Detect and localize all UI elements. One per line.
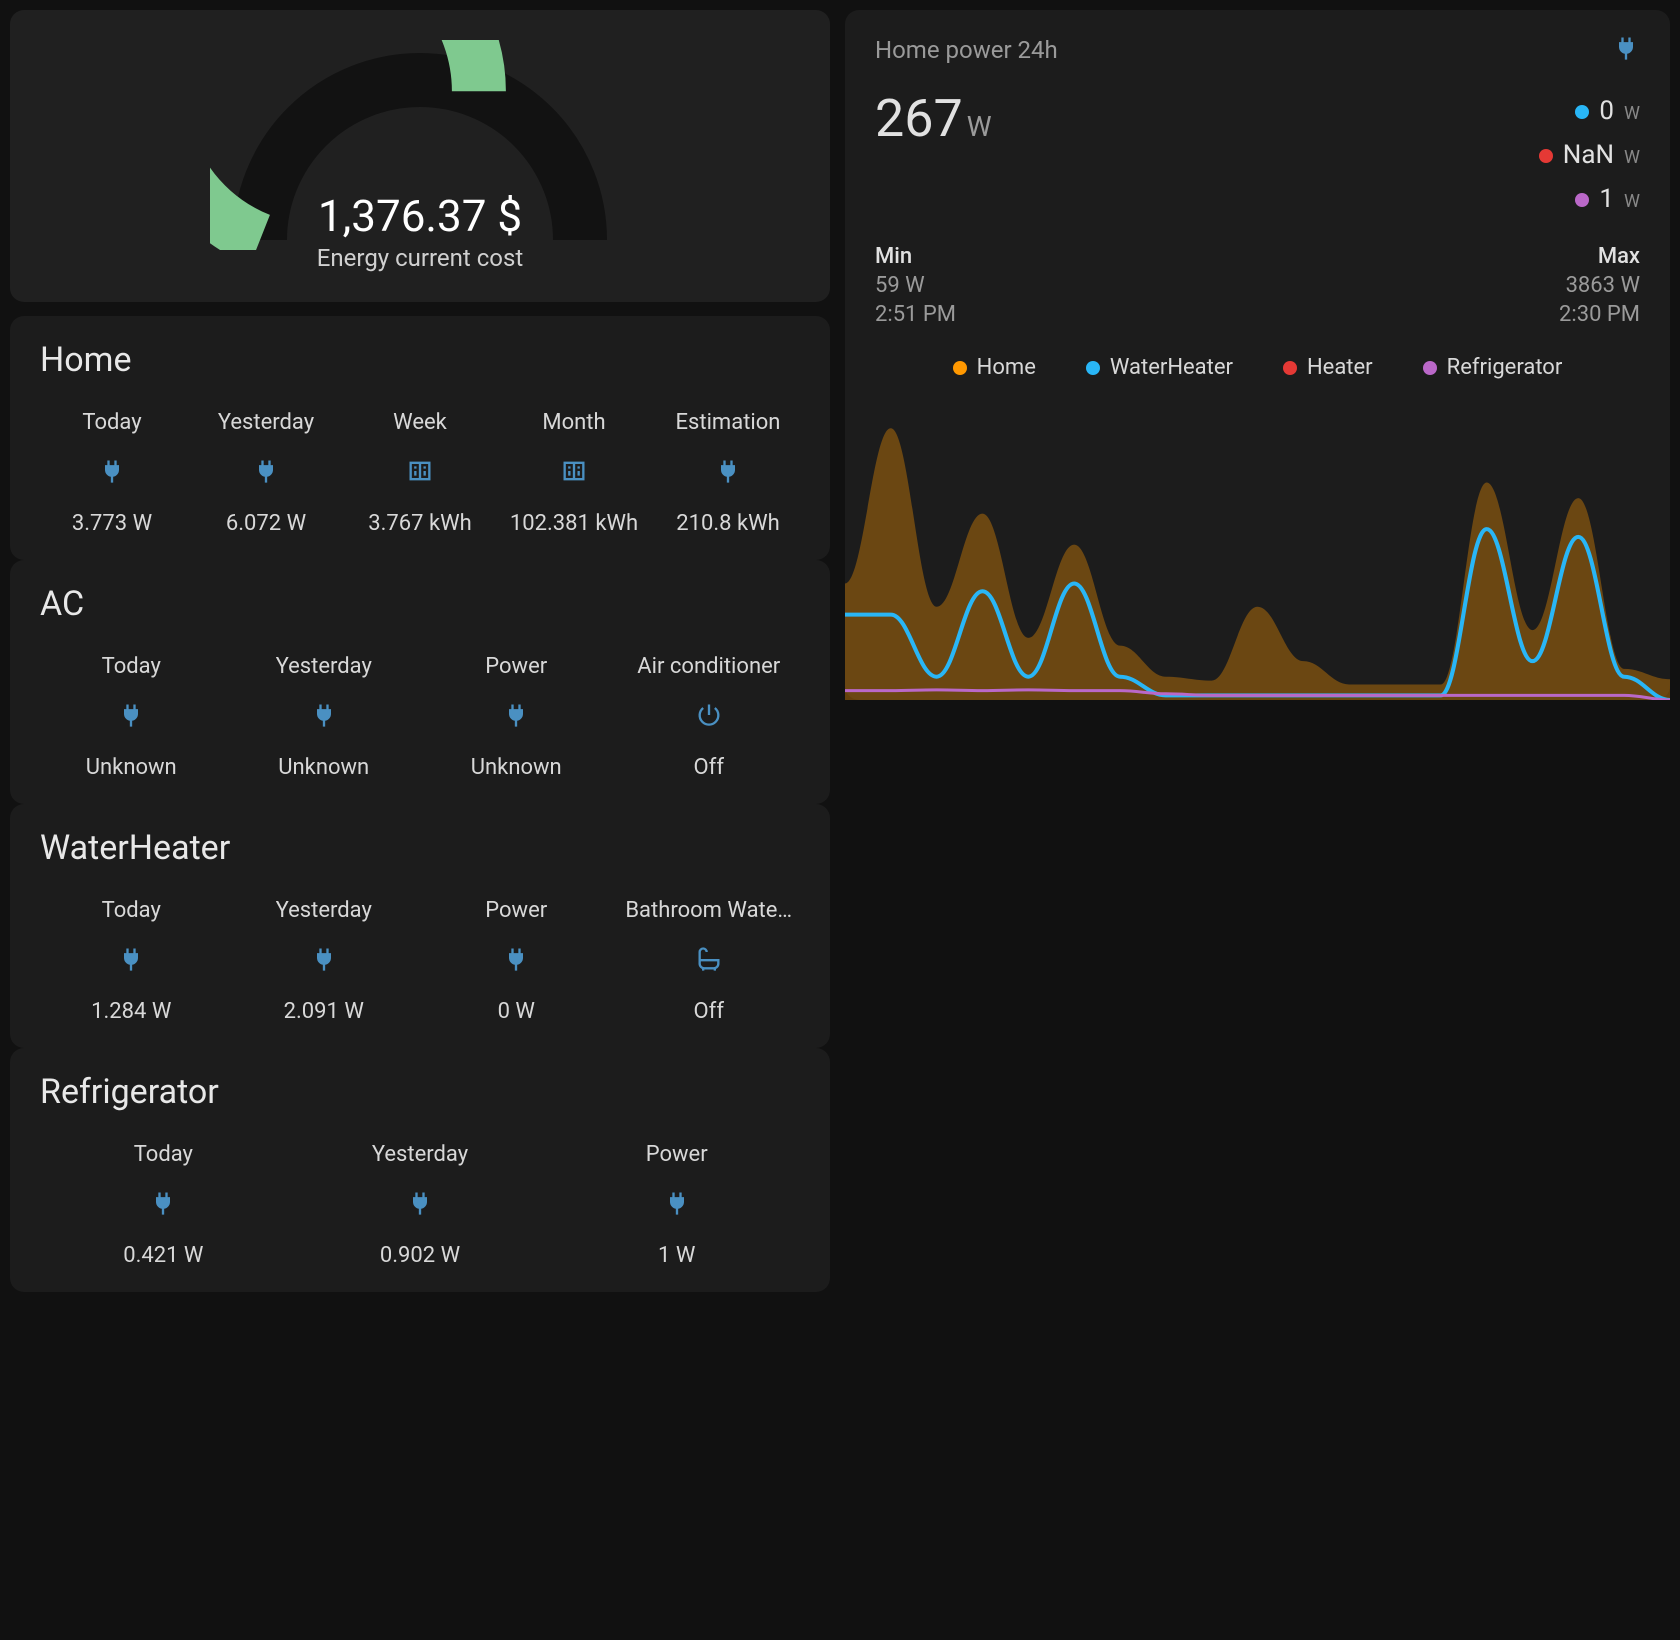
stat-value: 0.421 W [123,1243,203,1268]
stat-label: Yesterday [218,410,314,435]
power-icon [695,701,723,733]
power-card-title: Home power 24h [875,36,1058,64]
section-title: WaterHeater [40,828,800,868]
stat-item[interactable]: Air conditioner Off [618,654,801,780]
stat-item[interactable]: Today 3.773 W [40,410,184,536]
stat-value: Unknown [471,755,562,780]
stat-item[interactable]: Today Unknown [40,654,223,780]
chart-legend-item[interactable]: Refrigerator [1423,355,1563,380]
stat-label: Estimation [676,410,781,435]
right-legend-item: 1W [1575,184,1640,214]
stat-value: 0 W [498,999,535,1024]
meter-icon [406,457,434,489]
stat-item[interactable]: Power 0 W [425,898,608,1024]
stat-label: Bathroom Wate… [625,898,792,923]
plug-icon [98,457,126,489]
plug-icon [117,945,145,977]
stat-value: 6.072 W [226,511,306,536]
stat-value: 1.284 W [91,999,171,1024]
legend-dot [1575,105,1589,119]
power-current-value: 267W [875,88,1058,149]
plug-icon [663,1189,691,1221]
plug-icon [1612,34,1640,62]
stat-item[interactable]: Yesterday 0.902 W [297,1142,544,1268]
chart-series-legend[interactable]: Home WaterHeater Heater Refrigerator [875,355,1640,380]
stat-item[interactable]: Bathroom Wate… Off [618,898,801,1024]
section-title: Home [40,340,800,380]
chart-legend-item[interactable]: WaterHeater [1086,355,1233,380]
right-legend-item: NaNW [1539,140,1640,170]
stat-value: 0.902 W [380,1243,460,1268]
power-chart[interactable] [845,400,1670,700]
stat-label: Yesterday [276,654,372,679]
stat-item[interactable]: Power Unknown [425,654,608,780]
stat-label: Power [485,898,547,923]
stat-item[interactable]: Today 1.284 W [40,898,223,1024]
gauge-value: 1,376.37 $ [318,190,522,242]
legend-dot [1575,193,1589,207]
plug-icon [714,457,742,489]
stat-label: Today [102,654,161,679]
stat-value: 3.773 W [72,511,152,536]
section-title: Refrigerator [40,1072,800,1112]
ac-section[interactable]: AC Today Unknown Yesterday Unknown Power Unkno… [10,560,830,804]
stat-item[interactable]: Yesterday 2.091 W [233,898,416,1024]
power-max: Max 3863 W 2:30 PM [1559,244,1640,327]
stat-label: Today [82,410,141,435]
stat-label: Today [134,1142,193,1167]
waterheater-section[interactable]: WaterHeater Today 1.284 W Yesterday 2.091 W P… [10,804,830,1048]
stat-label: Week [393,410,447,435]
refrigerator-section[interactable]: Refrigerator Today 0.421 W Yesterday 0.902 W… [10,1048,830,1292]
section-title: AC [40,584,800,624]
power-right-legend: 0W NaNW 1W [1539,96,1640,214]
stat-label: Month [542,410,605,435]
stat-value: 102.381 kWh [510,511,638,536]
energy-cost-gauge-card[interactable]: 1,376.37 $ Energy current cost [10,10,830,302]
legend-dot [1086,361,1100,375]
stat-item[interactable]: Today 0.421 W [40,1142,287,1268]
stat-value: 2.091 W [284,999,364,1024]
power-min: Min 59 W 2:51 PM [875,244,956,327]
legend-dot [953,361,967,375]
home-section[interactable]: Home Today 3.773 W Yesterday 6.072 W Week 3.76… [10,316,830,560]
plug-icon [252,457,280,489]
home-power-24h-card[interactable]: Home power 24h 267W 0W NaNW 1W Min 59 W 2:… [845,10,1670,700]
chart-legend-item[interactable]: Home [953,355,1036,380]
meter-icon [560,457,588,489]
legend-dot [1423,361,1437,375]
stat-value: Off [694,999,724,1024]
stat-value: Off [694,755,724,780]
plug-icon [502,945,530,977]
stat-value: 1 W [658,1243,695,1268]
stat-label: Today [102,898,161,923]
legend-dot [1283,361,1297,375]
bath-icon [695,945,723,977]
plug-icon [502,701,530,733]
stat-item[interactable]: Yesterday 6.072 W [194,410,338,536]
stat-item[interactable]: Estimation 210.8 kWh [656,410,800,536]
stat-value: 3.767 kWh [368,511,472,536]
plug-icon [149,1189,177,1221]
right-legend-item: 0W [1575,96,1640,126]
stat-item[interactable]: Week 3.767 kWh [348,410,492,536]
plug-icon [310,701,338,733]
stat-item[interactable]: Yesterday Unknown [233,654,416,780]
plug-icon [406,1189,434,1221]
plug-icon [117,701,145,733]
chart-legend-item[interactable]: Heater [1283,355,1373,380]
stat-label: Air conditioner [637,654,780,679]
stat-value: Unknown [86,755,177,780]
stat-label: Yesterday [372,1142,468,1167]
stat-item[interactable]: Month 102.381 kWh [502,410,646,536]
legend-dot [1539,149,1553,163]
stat-value: Unknown [278,755,369,780]
plug-icon [310,945,338,977]
stat-label: Power [485,654,547,679]
stat-label: Yesterday [276,898,372,923]
stat-value: 210.8 kWh [676,511,780,536]
stat-item[interactable]: Power 1 W [553,1142,800,1268]
stat-label: Power [646,1142,708,1167]
gauge-label: Energy current cost [317,244,523,272]
